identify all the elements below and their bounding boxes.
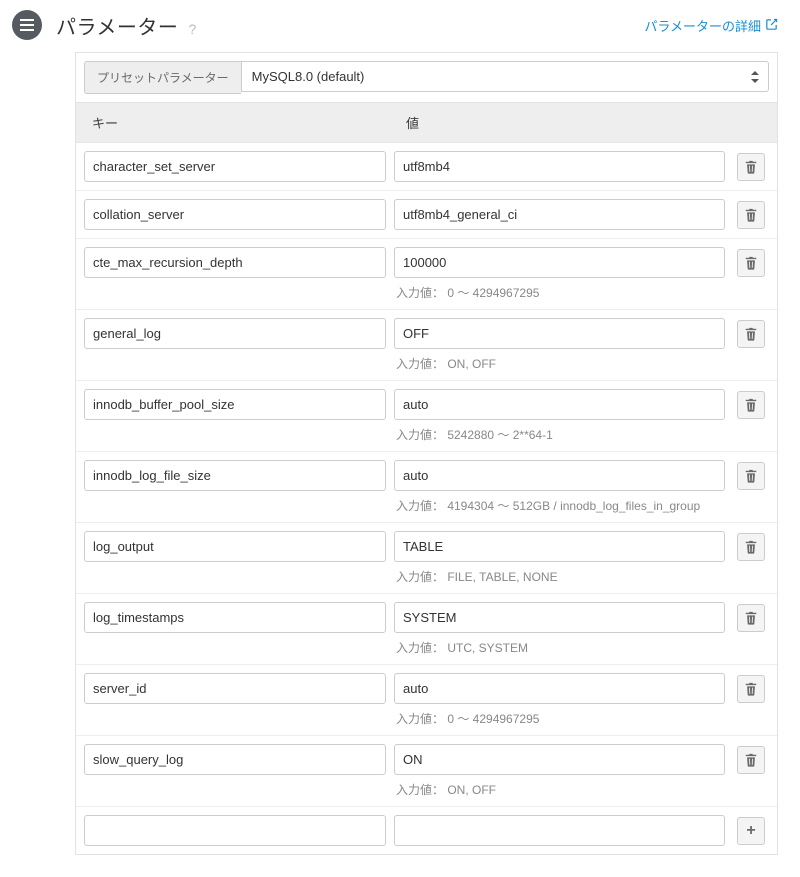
delete-button[interactable]	[737, 153, 765, 181]
delete-button[interactable]	[737, 604, 765, 632]
value-input[interactable]	[394, 602, 725, 633]
delete-button[interactable]	[737, 320, 765, 348]
value-input[interactable]	[394, 151, 725, 182]
table-row: 入力値： 0 ～ 4294967295	[76, 239, 777, 310]
key-input[interactable]	[84, 318, 386, 349]
delete-button[interactable]	[737, 533, 765, 561]
value-input[interactable]	[394, 389, 725, 420]
value-input[interactable]	[394, 744, 725, 775]
key-input[interactable]	[84, 744, 386, 775]
value-hint: 入力値： UTC, SYSTEM	[394, 639, 725, 656]
key-input[interactable]	[84, 389, 386, 420]
table-row: +	[76, 807, 777, 854]
value-input[interactable]	[394, 531, 725, 562]
trash-icon	[744, 540, 758, 554]
key-input[interactable]	[84, 815, 386, 846]
table-row: 入力値： UTC, SYSTEM	[76, 594, 777, 665]
key-input[interactable]	[84, 673, 386, 704]
trash-icon	[744, 327, 758, 341]
trash-icon	[744, 398, 758, 412]
table-row: 入力値： 0 ～ 4294967295	[76, 665, 777, 736]
value-hint: 入力値： FILE, TABLE, NONE	[394, 568, 725, 585]
trash-icon	[744, 682, 758, 696]
trash-icon	[744, 469, 758, 483]
table-row: 入力値： ON, OFF	[76, 310, 777, 381]
col-key-header: キー	[84, 113, 402, 132]
delete-button[interactable]	[737, 462, 765, 490]
plus-icon: +	[746, 823, 755, 839]
trash-icon	[744, 208, 758, 222]
preset-parameter-label: プリセットパラメーター	[84, 61, 241, 94]
value-input[interactable]	[394, 247, 725, 278]
external-link-icon	[765, 18, 778, 31]
table-row: 入力値： FILE, TABLE, NONE	[76, 523, 777, 594]
table-header: キー 値	[76, 103, 777, 143]
trash-icon	[744, 160, 758, 174]
value-hint: 入力値： 0 ～ 4294967295	[394, 284, 725, 301]
delete-button[interactable]	[737, 675, 765, 703]
preset-parameter-select[interactable]: MySQL8.0 (default)	[241, 61, 769, 92]
key-input[interactable]	[84, 531, 386, 562]
value-hint: 入力値： 5242880 ～ 2**64-1	[394, 426, 725, 443]
detail-link-text: パラメーターの詳細	[644, 16, 761, 35]
delete-button[interactable]	[737, 249, 765, 277]
key-input[interactable]	[84, 247, 386, 278]
value-input[interactable]	[394, 815, 725, 846]
value-hint: 入力値： ON, OFF	[394, 355, 725, 372]
value-input[interactable]	[394, 318, 725, 349]
col-value-header: 値	[402, 113, 769, 132]
table-row: 入力値： ON, OFF	[76, 736, 777, 807]
parameter-details-link[interactable]: パラメーターの詳細	[644, 16, 778, 35]
value-hint: 入力値： 0 ～ 4294967295	[394, 710, 725, 727]
key-input[interactable]	[84, 602, 386, 633]
delete-button[interactable]	[737, 201, 765, 229]
table-row	[76, 191, 777, 239]
trash-icon	[744, 611, 758, 625]
key-input[interactable]	[84, 460, 386, 491]
help-icon[interactable]: ?	[188, 21, 196, 37]
value-hint: 入力値： ON, OFF	[394, 781, 725, 798]
delete-button[interactable]	[737, 746, 765, 774]
list-icon	[12, 10, 42, 40]
key-input[interactable]	[84, 151, 386, 182]
parameters-panel: プリセットパラメーター MySQL8.0 (default) キー 値	[75, 52, 778, 855]
value-input[interactable]	[394, 673, 725, 704]
table-row: 入力値： 4194304 ～ 512GB / innodb_log_files_…	[76, 452, 777, 523]
page-title: パラメーター ?	[56, 11, 197, 40]
add-button[interactable]: +	[737, 817, 765, 845]
table-row	[76, 143, 777, 191]
value-input[interactable]	[394, 460, 725, 491]
title-text: パラメーター	[56, 17, 178, 39]
value-input[interactable]	[394, 199, 725, 230]
trash-icon	[744, 256, 758, 270]
key-input[interactable]	[84, 199, 386, 230]
value-hint: 入力値： 4194304 ～ 512GB / innodb_log_files_…	[394, 497, 725, 514]
table-row: 入力値： 5242880 ～ 2**64-1	[76, 381, 777, 452]
delete-button[interactable]	[737, 391, 765, 419]
